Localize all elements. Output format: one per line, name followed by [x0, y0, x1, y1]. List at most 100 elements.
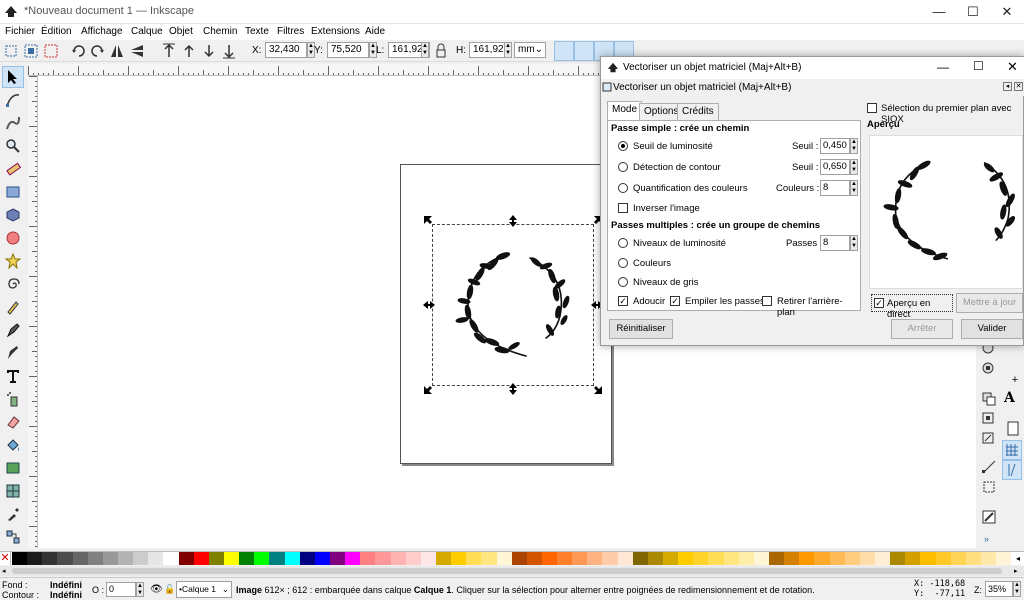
color-swatch[interactable] — [178, 552, 194, 565]
color-swatch[interactable] — [769, 552, 785, 565]
minimize-button[interactable]: — — [922, 0, 956, 24]
colors-label[interactable]: Couleurs — [633, 258, 671, 269]
opacity-field[interactable]: 0 — [106, 582, 136, 597]
colors-count-field[interactable]: 8 — [820, 180, 850, 196]
color-swatch[interactable] — [163, 552, 179, 565]
color-swatch[interactable] — [239, 552, 255, 565]
zoom-tool[interactable] — [2, 135, 24, 157]
duplicate-icon[interactable] — [980, 390, 998, 408]
gradient-tool[interactable] — [2, 457, 24, 479]
color-swatch[interactable] — [405, 552, 421, 565]
brightness-steps-radio[interactable] — [618, 238, 628, 248]
update-button[interactable]: Mettre à jour — [956, 293, 1023, 313]
rotate-cw-icon[interactable] — [88, 42, 106, 60]
remove-background-label[interactable]: Retirer l'arrière-plan — [777, 296, 860, 318]
invert-image-label[interactable]: Inverser l'image — [633, 203, 700, 214]
text-tool[interactable] — [2, 365, 24, 387]
color-swatch[interactable] — [647, 552, 664, 565]
menu-aide[interactable]: Aide — [362, 24, 388, 40]
zoom-page-icon[interactable] — [980, 360, 998, 378]
grid-toggle[interactable] — [1002, 440, 1022, 460]
scans-spinner[interactable]: ▲ ▼ — [850, 235, 858, 251]
menu-texte[interactable]: Texte — [242, 24, 272, 40]
pen-tool[interactable] — [2, 319, 24, 341]
unit-select[interactable]: mm ⌄ — [514, 42, 546, 58]
measure-tool[interactable] — [2, 158, 24, 180]
color-swatch[interactable] — [133, 552, 149, 565]
color-swatch[interactable] — [905, 552, 921, 565]
fill-value[interactable]: Indéfini — [50, 580, 82, 590]
raise-to-top-icon[interactable] — [160, 42, 178, 60]
colors-radio[interactable] — [618, 258, 628, 268]
color-swatch[interactable] — [329, 552, 346, 565]
brightness-label[interactable]: Seuil de luminosité — [633, 141, 713, 152]
color-swatch[interactable] — [451, 552, 467, 565]
lock-icon[interactable] — [432, 42, 450, 60]
spiral-tool[interactable] — [2, 273, 24, 295]
siox-checkbox[interactable] — [867, 103, 877, 113]
color-swatch[interactable] — [526, 552, 542, 565]
color-swatch[interactable] — [390, 552, 406, 565]
document-properties-icon[interactable] — [1004, 420, 1022, 438]
colors-count-spinner[interactable]: ▲ ▼ — [850, 180, 858, 196]
color-swatch[interactable] — [435, 552, 452, 565]
color-swatch[interactable] — [617, 552, 633, 565]
color-swatch[interactable] — [935, 552, 951, 565]
rectangle-tool[interactable] — [2, 181, 24, 203]
invert-image-checkbox[interactable] — [618, 203, 628, 213]
unlink-clone-icon[interactable] — [980, 430, 998, 448]
connector-tool[interactable] — [2, 526, 24, 548]
pencil-tool[interactable] — [2, 296, 24, 318]
snap-icon[interactable] — [980, 458, 998, 476]
edge-detection-label[interactable]: Détection de contour — [633, 162, 721, 173]
close-button[interactable]: ✕ — [990, 0, 1024, 24]
lower-to-bottom-icon[interactable] — [220, 42, 238, 60]
tab-credits[interactable]: Crédits — [677, 103, 719, 120]
ok-button[interactable]: Valider — [961, 319, 1023, 339]
menu-calque[interactable]: Calque — [128, 24, 166, 40]
color-swatch[interactable] — [208, 552, 224, 565]
stack-scans-label[interactable]: Empiler les passes — [685, 296, 765, 307]
color-swatch[interactable] — [723, 552, 739, 565]
rotate-ccw-icon[interactable] — [70, 42, 88, 60]
color-swatch[interactable] — [753, 552, 770, 565]
color-swatch[interactable] — [859, 552, 876, 565]
menu-objet[interactable]: Objet — [166, 24, 196, 40]
vertical-ruler[interactable] — [28, 76, 38, 548]
color-swatch[interactable] — [587, 552, 603, 565]
grays-radio[interactable] — [618, 277, 628, 287]
flip-horizontal-icon[interactable] — [108, 42, 126, 60]
star-tool[interactable] — [2, 250, 24, 272]
color-swatch[interactable] — [375, 552, 391, 565]
color-swatch[interactable] — [844, 552, 860, 565]
menu-affichage[interactable]: Affichage — [78, 24, 126, 40]
color-swatch[interactable] — [27, 552, 43, 565]
color-swatch[interactable] — [981, 552, 997, 565]
color-swatch[interactable] — [829, 552, 845, 565]
color-palette[interactable]: ✕ ◂ — [0, 551, 1024, 565]
color-swatch[interactable] — [360, 552, 376, 565]
color-swatch[interactable] — [996, 552, 1012, 565]
flip-vertical-icon[interactable] — [128, 42, 146, 60]
text-font-icon[interactable]: A — [1004, 390, 1022, 408]
live-preview-label[interactable]: Aperçu en direct — [887, 298, 952, 320]
color-swatch[interactable] — [466, 552, 482, 565]
color-swatch[interactable] — [496, 552, 512, 565]
dock-close-icon[interactable]: ✕ — [1014, 82, 1023, 91]
dialog-maximize-button[interactable]: ☐ — [973, 59, 984, 73]
color-swatch[interactable] — [663, 552, 679, 565]
clone-icon[interactable] — [980, 410, 998, 428]
scale-corners-toggle[interactable] — [574, 41, 594, 61]
eraser-tool[interactable] — [2, 411, 24, 433]
layer-select[interactable]: •Calque 1 ⌄ — [176, 581, 232, 598]
color-swatch[interactable] — [87, 552, 103, 565]
height-spinner[interactable]: ▲ ▼ — [504, 42, 512, 58]
node-tool[interactable] — [2, 89, 24, 111]
palette-menu-icon[interactable]: ◂ — [1012, 552, 1024, 565]
color-swatch[interactable] — [572, 552, 588, 565]
remove-background-checkbox[interactable] — [762, 296, 772, 306]
color-swatch[interactable] — [950, 552, 966, 565]
reset-button[interactable]: Réinitialiser — [609, 319, 673, 339]
guides-toggle[interactable] — [1002, 460, 1022, 480]
3d-box-tool[interactable] — [2, 204, 24, 226]
